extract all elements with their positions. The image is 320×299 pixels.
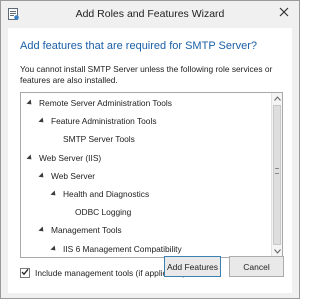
tree-item-label: Web Server	[51, 170, 96, 181]
tree-item-label: SMTP Server Tools	[63, 134, 135, 145]
tree-item[interactable]: Health and Diagnostics	[50, 188, 150, 201]
tree-item[interactable]: Remote Server Administration Tools	[26, 97, 172, 110]
tree-item-label: IIS 6 Management Compatibility	[63, 243, 182, 254]
close-icon	[279, 7, 289, 19]
triangle-expanded-icon[interactable]	[50, 190, 58, 198]
include-mgmt-label: Include management tools (if applicable)	[35, 267, 186, 278]
tree-item[interactable]: Web Server (IIS)	[26, 152, 102, 165]
triangle-expanded-icon[interactable]	[50, 245, 58, 253]
tree-item[interactable]: ODBC Logging	[63, 206, 131, 219]
triangle-expanded-icon[interactable]	[38, 172, 46, 180]
triangle-expanded-icon[interactable]	[26, 99, 34, 107]
chevron-up-icon[interactable]	[272, 93, 282, 104]
dialog-window: Add Roles and Features Wizard Add featur…	[0, 0, 300, 299]
triangle-expanded-icon[interactable]	[26, 154, 34, 162]
tree-item-label: Feature Administration Tools	[51, 116, 157, 127]
feature-tree[interactable]: Remote Server Administration Tools Featur…	[20, 92, 283, 258]
dialog-description: You cannot install SMTP Server unless th…	[20, 64, 273, 85]
scroll-thumb[interactable]	[273, 105, 281, 245]
tree-item-label: ODBC Logging	[75, 207, 132, 218]
tree-item[interactable]: SMTP Server Tools	[51, 133, 135, 146]
tree-item[interactable]: IIS 6 Management Compatibility	[50, 243, 182, 256]
tree-item-label: Remote Server Administration Tools	[39, 98, 172, 108]
cancel-button[interactable]: Cancel	[229, 256, 284, 277]
title-bar[interactable]: Add Roles and Features Wizard	[1, 1, 299, 28]
dialog-footer	[1, 293, 299, 298]
window-title: Add Roles and Features Wizard	[75, 8, 225, 20]
scroll-grip-icon	[275, 168, 279, 174]
wizard-app-icon	[7, 7, 20, 21]
tree-item[interactable]: Management Tools	[38, 224, 122, 237]
tree-item-label: Health and Diagnostics	[63, 189, 150, 199]
close-button[interactable]	[273, 4, 295, 22]
tree-item-label: Management Tools	[51, 225, 122, 236]
dialog-content: Add features that are required for SMTP …	[8, 28, 292, 293]
vertical-scrollbar[interactable]	[271, 93, 282, 257]
add-features-button[interactable]: Add Features	[164, 256, 221, 277]
tree-item[interactable]: Feature Administration Tools	[38, 115, 157, 128]
dialog-heading: Add features that are required for SMTP …	[20, 40, 258, 52]
include-mgmt-checkbox[interactable]	[20, 267, 30, 278]
triangle-expanded-icon[interactable]	[38, 117, 46, 125]
tree-item-label: Web Server (IIS)	[39, 152, 102, 163]
include-mgmt-option[interactable]: Include management tools (if applicable)	[20, 266, 185, 279]
checkmark-icon	[21, 268, 29, 278]
triangle-expanded-icon[interactable]	[38, 226, 46, 234]
tree-item[interactable]: Web Server	[38, 170, 96, 183]
